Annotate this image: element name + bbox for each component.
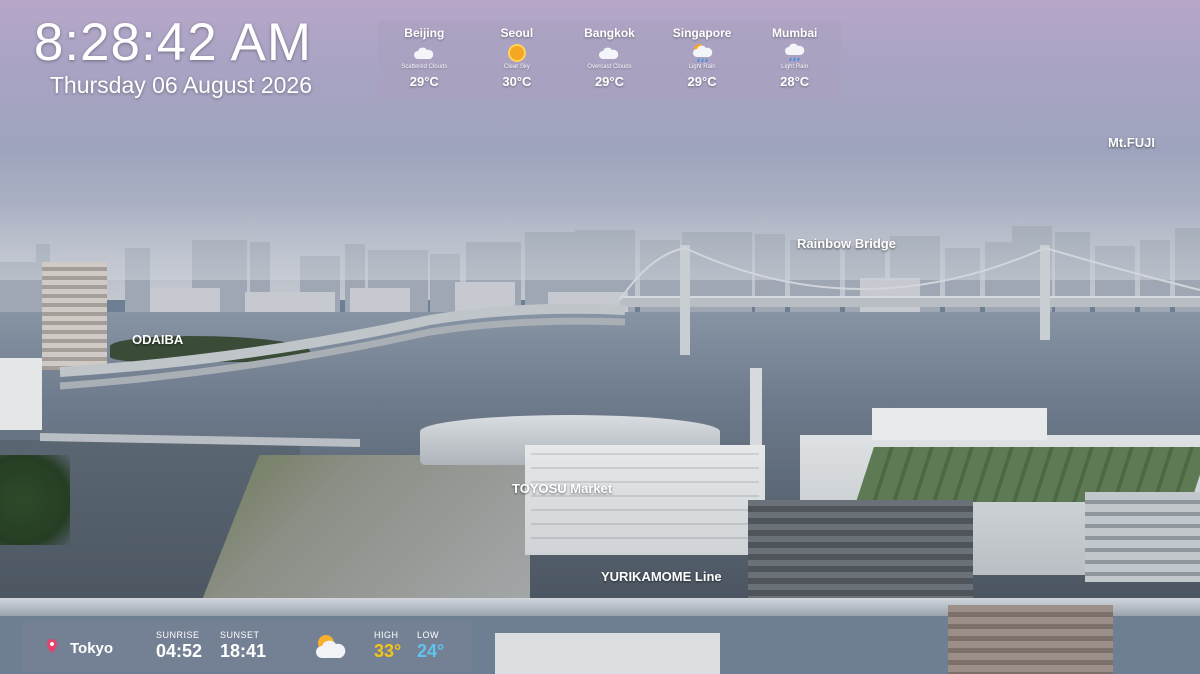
city-weather-singapore: Singapore Light Rain 29°C xyxy=(657,20,747,89)
foreground-building-brown xyxy=(948,605,1113,674)
city-name: Beijing xyxy=(404,26,445,40)
city-condition: Light Rain xyxy=(688,64,716,70)
city-weather-bangkok: Bangkok Overcast Clouds 29°C xyxy=(564,20,654,89)
city-weather-seoul: Seoul Clear Sky 30°C xyxy=(472,20,562,89)
label-yurikamome-line: YURIKAMOME Line xyxy=(601,569,722,584)
office-building-right xyxy=(1085,492,1200,582)
clock-widget: 8:28:42 AM Thursday 06 August 2026 xyxy=(12,13,312,99)
low-temp: 24° xyxy=(417,641,445,661)
city-temp: 29°C xyxy=(687,74,717,89)
city-temp: 30°C xyxy=(502,74,532,89)
city-name: Seoul xyxy=(500,26,534,40)
city-temp: 29°C xyxy=(594,74,624,89)
location-pin-icon xyxy=(47,639,57,653)
local-weather-bar: Tokyo SUNRISE 04:52 SUNSET 18:41 HIGH 33… xyxy=(22,620,472,672)
city-condition: Scattered Clouds xyxy=(401,64,448,70)
white-building-top xyxy=(872,408,1047,440)
sunset-label: SUNSET xyxy=(220,630,260,640)
high-temp-block: HIGH 33° xyxy=(374,630,401,662)
city-condition: Light Rain xyxy=(781,64,809,70)
city-name: Mumbai xyxy=(772,26,818,40)
smokestack xyxy=(750,368,762,448)
cloud-icon xyxy=(599,47,619,59)
rain-cloud-icon xyxy=(784,43,804,62)
partly-cloudy-icon xyxy=(316,635,346,658)
label-odaiba: ODAIBA xyxy=(132,332,184,347)
low-label: LOW xyxy=(417,630,440,640)
city-temp: 28°C xyxy=(780,74,810,89)
sunrise-block: SUNRISE 04:52 xyxy=(156,630,202,662)
city-condition: Clear Sky xyxy=(503,64,530,70)
tree-bank xyxy=(0,455,70,545)
sunrise-label: SUNRISE xyxy=(156,630,200,640)
toyosu-market-building xyxy=(525,445,765,555)
cloud-icon xyxy=(414,47,434,59)
office-building xyxy=(748,500,973,612)
low-temp-block: LOW 24° xyxy=(417,630,444,662)
city-weather-beijing: Beijing Scattered Clouds 29°C xyxy=(379,20,469,89)
high-label: HIGH xyxy=(374,630,399,640)
city-weather-mumbai: Mumbai Light Rain 28°C xyxy=(750,20,840,89)
label-mt-fuji: Mt.FUJI xyxy=(1108,135,1155,150)
sunset-time: 18:41 xyxy=(220,641,267,661)
clock-time: 8:28:42 AM xyxy=(33,13,312,72)
city-name: Singapore xyxy=(672,26,732,40)
clock-date: Thursday 06 August 2026 xyxy=(49,72,312,98)
city-temp: 29°C xyxy=(409,74,439,89)
sunset-block: SUNSET 18:41 xyxy=(220,630,266,662)
sunrise-time: 04:52 xyxy=(156,641,203,661)
label-toyosu-market: TOYOSU Market xyxy=(512,481,613,496)
location-name: Tokyo xyxy=(70,640,114,657)
sun-rain-icon xyxy=(693,44,713,63)
foreground-building xyxy=(495,633,720,674)
label-rainbow-bridge: Rainbow Bridge xyxy=(797,236,896,251)
city-name: Bangkok xyxy=(584,26,635,40)
city-condition: Overcast Clouds xyxy=(587,64,632,70)
world-weather-panel: Beijing Scattered Clouds 29°C Seoul Clea… xyxy=(378,20,841,98)
high-temp: 33° xyxy=(374,641,402,661)
sun-icon xyxy=(507,44,526,62)
